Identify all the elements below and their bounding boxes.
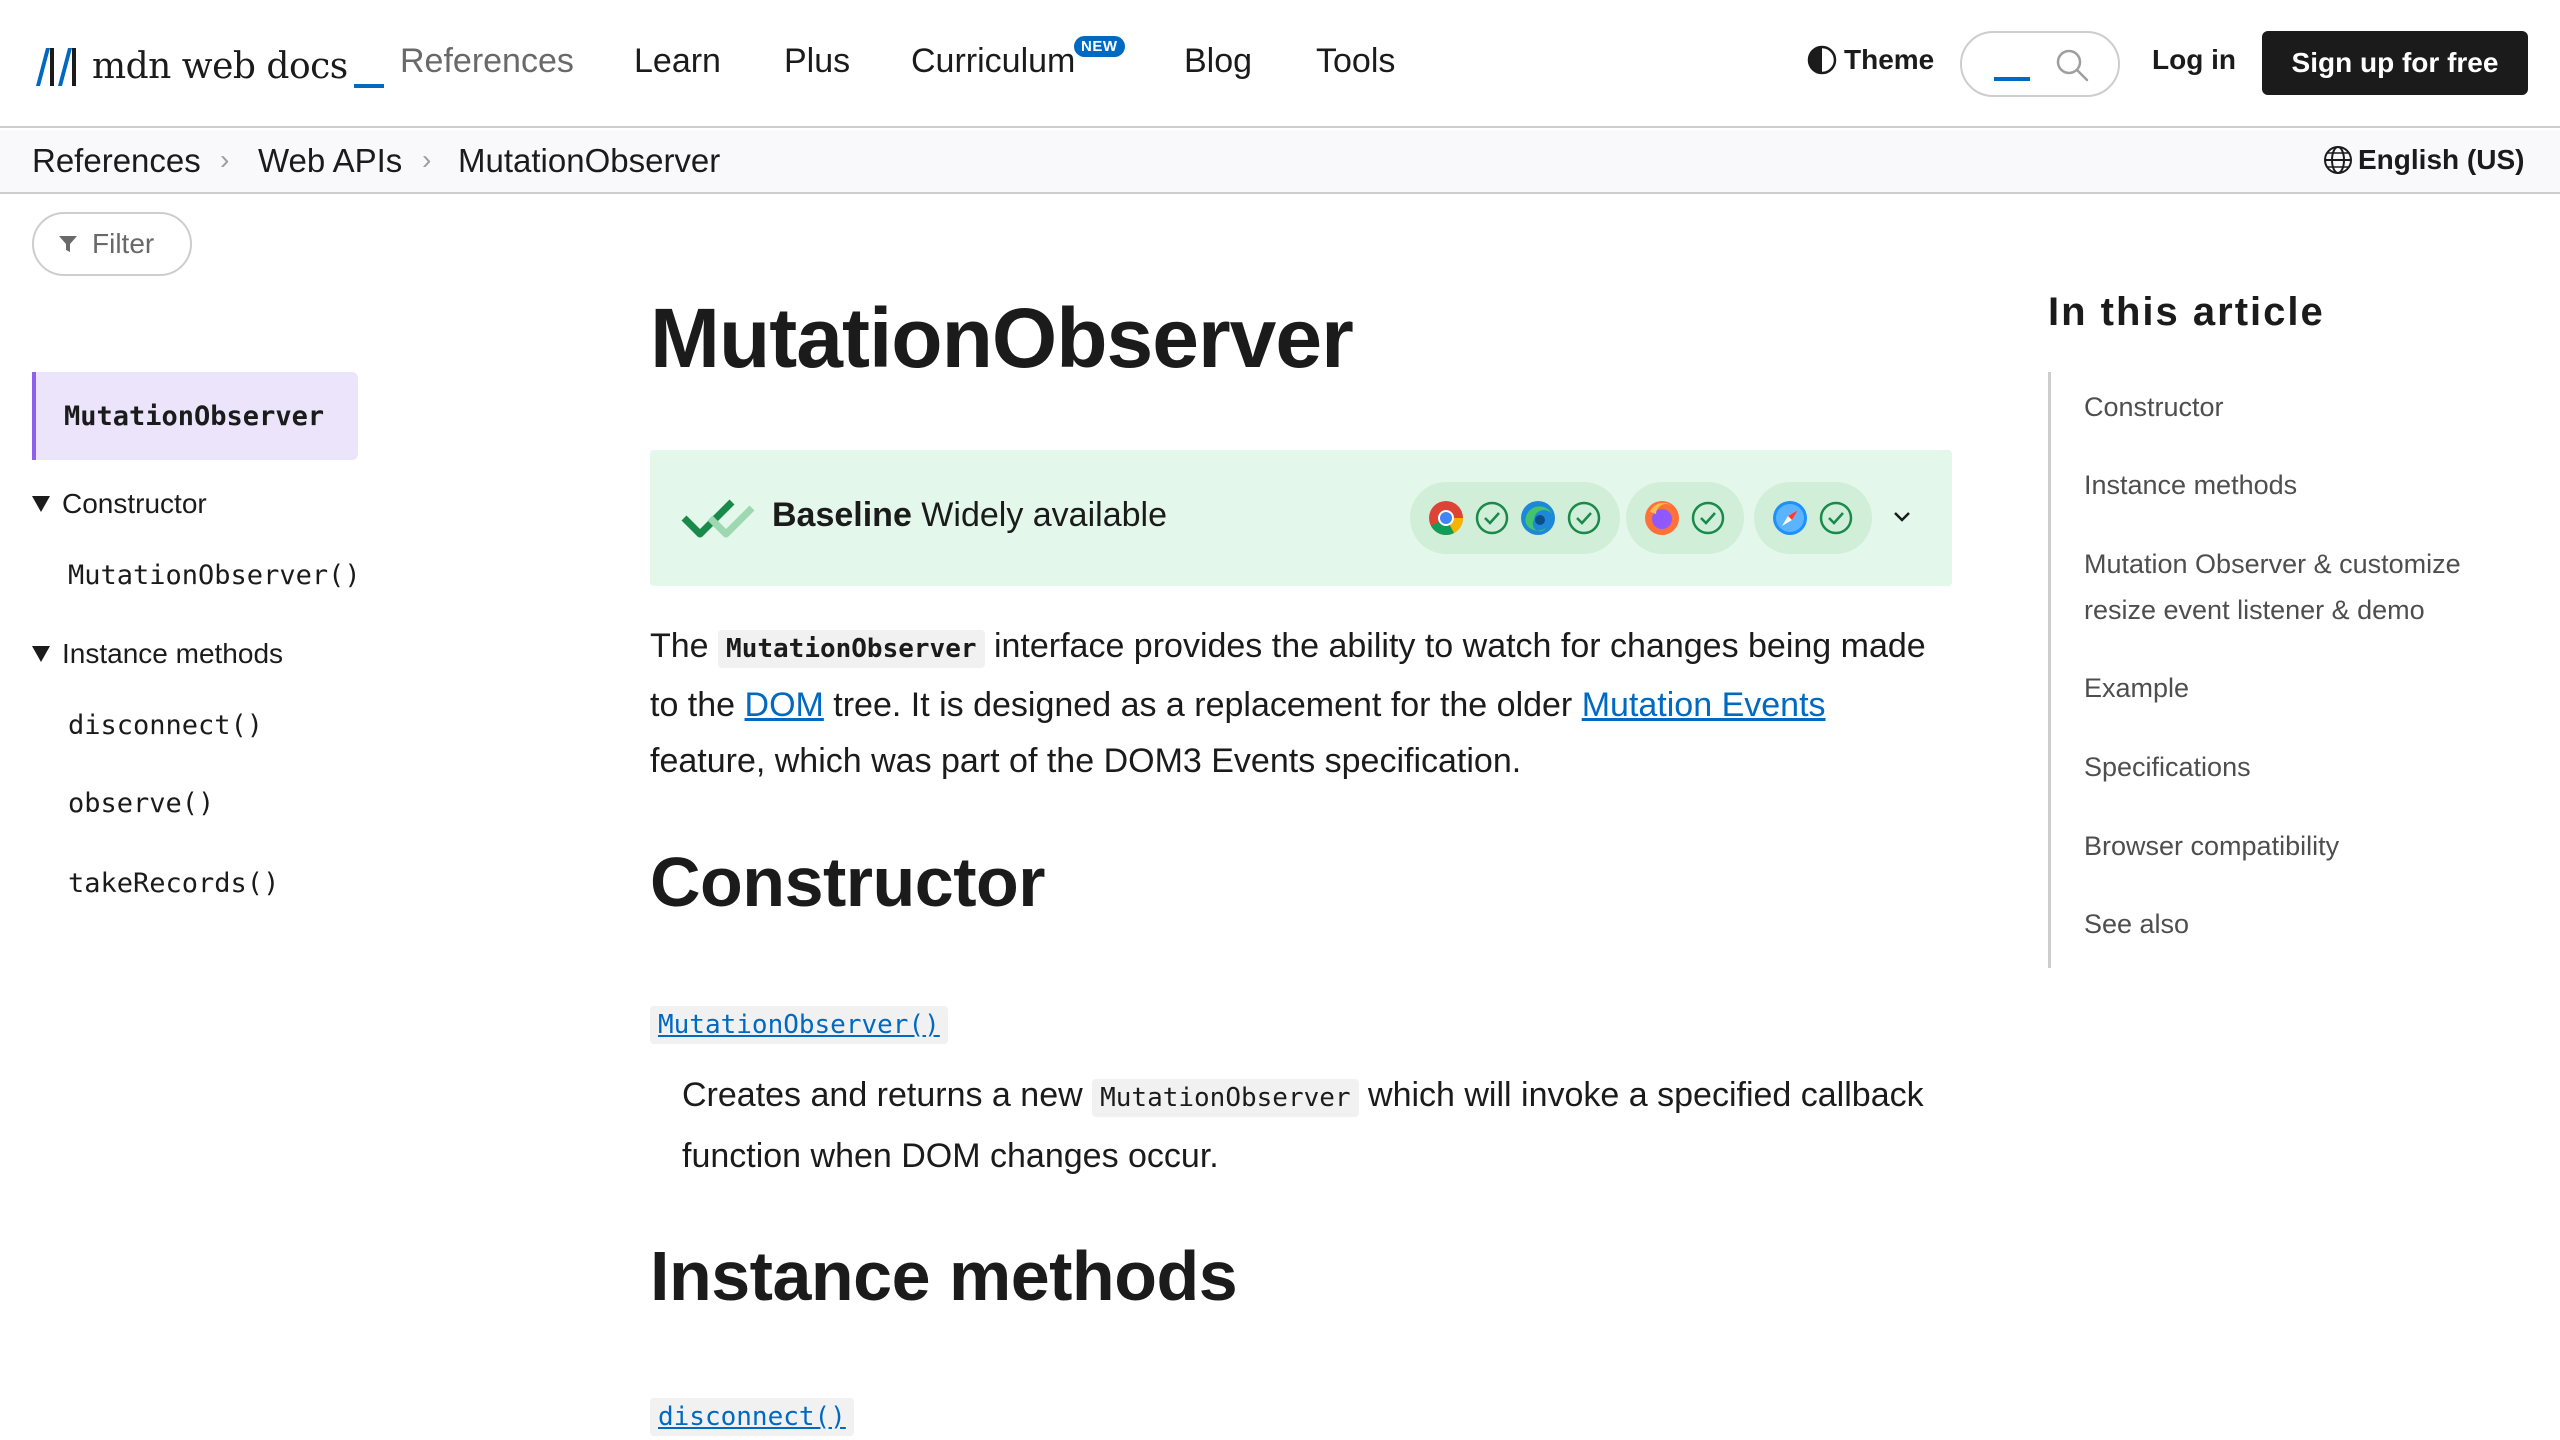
mdn-logo-icon [36,48,76,86]
description-text: Creates and returns a new [682,1076,1093,1114]
baseline-bold: Baseline [772,496,912,534]
sidebar-group-instance-methods[interactable]: Instance methods [32,638,283,670]
inline-code: MutationObserver [1092,1079,1359,1117]
theme-button[interactable]: Theme [1806,44,1934,76]
breadcrumb-web-apis[interactable]: Web APIs [258,142,402,180]
login-button[interactable]: Log in [2152,44,2236,76]
logo-underscore [353,84,384,88]
intro-paragraph: The MutationObserver interface provides … [650,618,1950,789]
nav-curriculum[interactable]: Curriculum [911,42,1075,81]
top-navigation: mdn web docs References Learn Plus Curri… [0,0,2560,128]
mutation-events-link[interactable]: Mutation Events [1582,686,1826,724]
nav-references[interactable]: References [400,42,574,81]
breadcrumb-references[interactable]: References [32,142,201,180]
nav-learn[interactable]: Learn [634,42,721,81]
nav-tools[interactable]: Tools [1316,42,1395,81]
nav-blog[interactable]: Blog [1184,42,1252,81]
instance-methods-heading: Instance methods [650,1237,1238,1315]
chrome-icon [1429,501,1463,535]
breadcrumb-separator-icon: › [422,144,432,175]
supported-check-icon [1475,501,1509,535]
sidebar-group-label: Instance methods [62,638,284,669]
sidebar-item-takerecords[interactable]: takeRecords() [68,868,279,899]
breadcrumb-separator-icon: › [220,144,230,175]
signup-button[interactable]: Sign up for free [2262,31,2528,95]
browser-pill-safari [1754,482,1872,554]
sidebar-item-mutationobserver[interactable]: MutationObserver [32,372,358,460]
language-label: English (US) [2358,144,2525,175]
intro-text: tree. It is designed as a replacement fo… [823,686,1582,724]
intro-text: The [650,627,719,665]
sidebar-item-observe[interactable]: observe() [68,788,214,819]
globe-icon [2324,146,2352,174]
disconnect-link[interactable]: disconnect() [650,1398,854,1436]
baseline-text: Baseline Widely available [772,496,1167,535]
sidebar-item-disconnect[interactable]: disconnect() [68,710,263,741]
chevron-down-icon[interactable] [1890,504,1914,528]
constructor-heading: Constructor [650,843,1046,921]
search-icon[interactable] [2054,47,2090,83]
inline-code: MutationObserver [718,630,985,668]
browser-pill-chromium [1410,482,1620,554]
toc-title: In this article [2048,290,2325,334]
disclosure-triangle-icon [32,646,50,662]
nav-plus[interactable]: Plus [784,42,850,81]
sidebar-item-constructor[interactable]: MutationObserver() [68,560,361,591]
sidebar-filter-input[interactable]: Filter [32,212,192,276]
baseline-check-icon [681,499,755,538]
toc-rail [2048,372,2051,968]
mdn-logo[interactable]: mdn web docs [32,40,384,92]
theme-label: Theme [1844,44,1935,75]
toc-item-instance-methods[interactable]: Instance methods [2084,462,2524,508]
intro-text: feature, which was part of the DOM3 Even… [650,742,1522,780]
supported-check-icon [1567,501,1601,535]
dom-link[interactable]: DOM [745,686,824,724]
breadcrumb-mutationobserver[interactable]: MutationObserver [458,142,720,180]
toc-item-example[interactable]: Example [2084,665,2524,711]
baseline-banner[interactable]: Baseline Widely available [650,450,1952,586]
new-badge: NEW [1074,36,1125,57]
constructor-description: Creates and returns a new MutationObserv… [682,1066,1952,1185]
toc-item-specifications[interactable]: Specifications [2084,744,2524,790]
theme-contrast-icon [1807,45,1837,75]
search-input[interactable] [1960,31,2120,97]
sidebar-group-constructor[interactable]: Constructor [32,488,207,520]
filter-placeholder: Filter [92,228,155,259]
toc-item-see-also[interactable]: See also [2084,901,2524,947]
constructor-link[interactable]: MutationObserver() [650,1006,948,1044]
baseline-status: Widely available [911,496,1167,534]
edge-icon [1521,501,1555,535]
toc-item-constructor[interactable]: Constructor [2084,384,2524,430]
toc-item-mutation-observer-demo[interactable]: Mutation Observer & customize resize eve… [2084,541,2524,633]
page-title: MutationObserver [650,291,1354,385]
logo-text: mdn web docs [92,45,348,87]
supported-check-icon [1691,501,1725,535]
firefox-icon [1645,501,1679,535]
supported-check-icon [1819,501,1853,535]
sidebar-group-label: Constructor [62,488,207,519]
language-switcher[interactable]: English (US) [2322,144,2524,176]
filter-icon [59,236,77,252]
search-cursor [1994,77,2030,81]
browser-pill-firefox [1626,482,1744,554]
disclosure-triangle-icon [32,496,50,512]
safari-icon [1773,501,1807,535]
breadcrumb: References › Web APIs › MutationObserver… [0,130,2560,194]
toc-item-browser-compatibility[interactable]: Browser compatibility [2084,823,2524,869]
